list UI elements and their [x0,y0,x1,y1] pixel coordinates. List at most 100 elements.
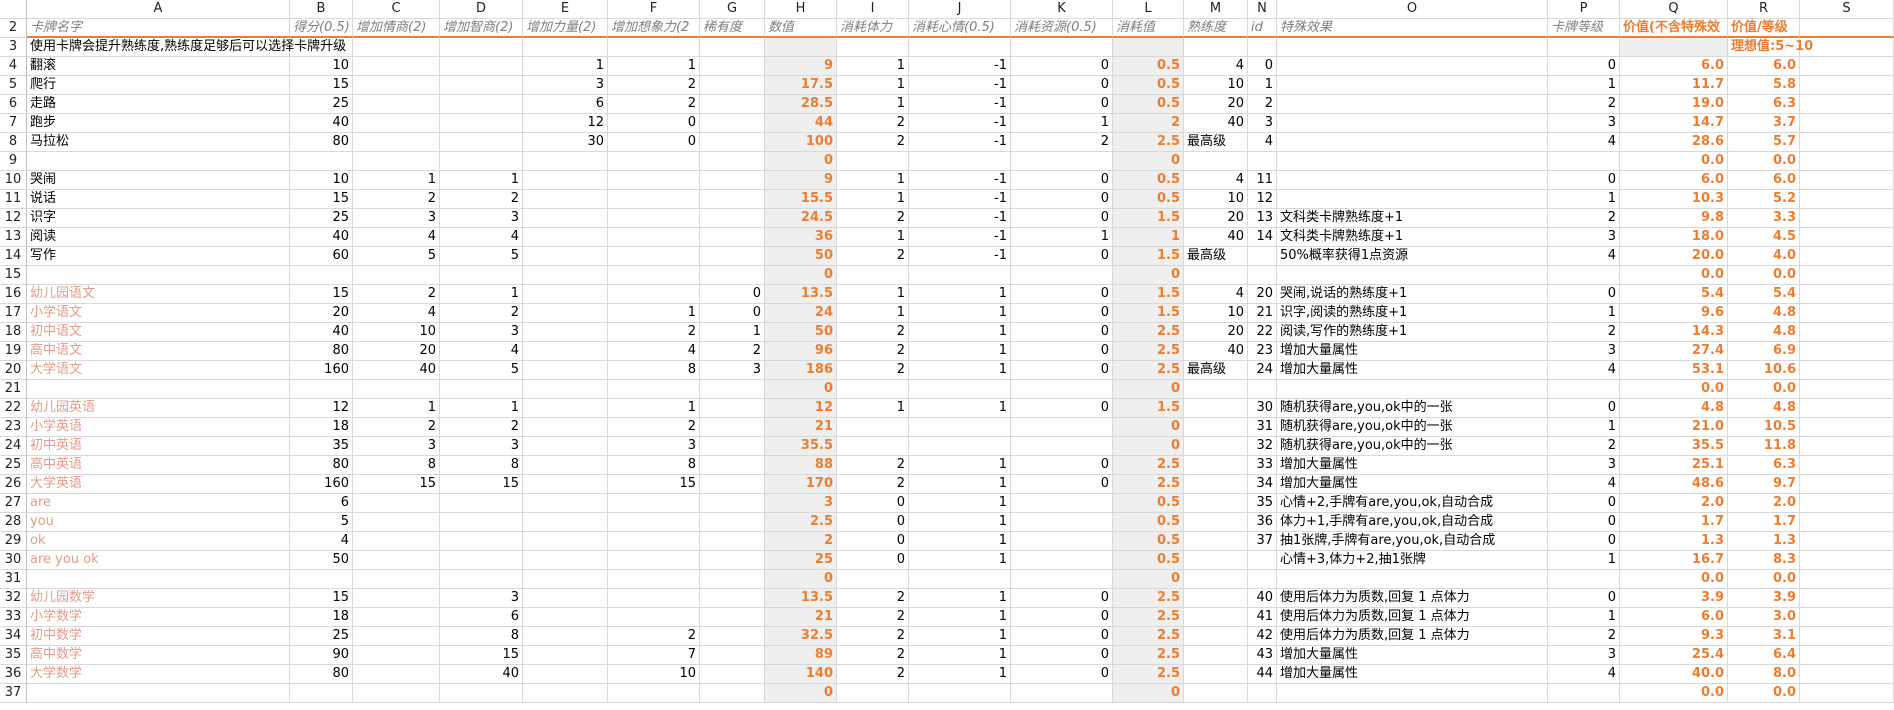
cell-n[interactable]: 33 [1248,456,1277,475]
cell-e[interactable] [523,228,608,247]
cell-c[interactable] [353,665,440,684]
cell-f[interactable] [608,608,700,627]
cell-m[interactable] [1184,570,1248,589]
cell-h[interactable]: 数值 [765,19,837,38]
column-header-g[interactable]: G [700,0,765,19]
cell-j[interactable] [909,266,1011,285]
cell-o[interactable]: 随机获得are,you,ok中的一张 [1277,399,1548,418]
cell-r[interactable]: 8.3 [1728,551,1800,570]
cell-p[interactable]: 0 [1548,171,1620,190]
cell-c[interactable] [353,133,440,152]
cell-g[interactable]: 0 [700,285,765,304]
cell-r[interactable]: 0.0 [1728,570,1800,589]
cell-l[interactable]: 2.5 [1113,608,1184,627]
cell-l[interactable]: 2.5 [1113,627,1184,646]
cell-i[interactable]: 2 [837,323,909,342]
cell-p[interactable]: 4 [1548,665,1620,684]
cell-g[interactable] [700,114,765,133]
cell-r[interactable]: 0.0 [1728,684,1800,703]
cell-m[interactable] [1184,475,1248,494]
cell-k[interactable]: 1 [1011,114,1113,133]
column-header-a[interactable]: A [27,0,290,19]
cell-s[interactable] [1800,304,1894,323]
cell-d[interactable]: 3 [440,437,523,456]
cell-c[interactable]: 10 [353,323,440,342]
cell-a[interactable]: 幼儿园数学 [27,589,290,608]
cell-s[interactable] [1800,475,1894,494]
cell-n[interactable]: 30 [1248,399,1277,418]
cell-c[interactable] [353,589,440,608]
cell-d[interactable]: 6 [440,608,523,627]
cell-b[interactable]: 50 [290,551,353,570]
cell-r[interactable]: 6.3 [1728,456,1800,475]
cell-d[interactable]: 1 [440,399,523,418]
cell-b[interactable]: 15 [290,285,353,304]
cell-s[interactable] [1800,247,1894,266]
cell-p[interactable] [1548,380,1620,399]
cell-e[interactable]: 12 [523,114,608,133]
cell-n[interactable]: 24 [1248,361,1277,380]
cell-s[interactable] [1800,646,1894,665]
cell-n[interactable]: 12 [1248,190,1277,209]
cell-f[interactable]: 2 [608,627,700,646]
cell-m[interactable]: 10 [1184,76,1248,95]
cell-o[interactable] [1277,684,1548,703]
cell-l[interactable]: 0.5 [1113,494,1184,513]
cell-l[interactable]: 0 [1113,266,1184,285]
row-header[interactable]: 35 [0,646,27,665]
cell-o[interactable] [1277,133,1548,152]
cell-f[interactable] [608,266,700,285]
cell-h[interactable]: 17.5 [765,76,837,95]
cell-a[interactable]: 幼儿园语文 [27,285,290,304]
cell-f[interactable]: 7 [608,646,700,665]
cell-a[interactable] [27,684,290,703]
cell-m[interactable] [1184,418,1248,437]
cell-a[interactable]: 小学数学 [27,608,290,627]
cell-q[interactable]: 21.0 [1620,418,1728,437]
cell-s[interactable] [1800,209,1894,228]
cell-o[interactable]: 使用后体力为质数,回复 1 点体力 [1277,627,1548,646]
cell-o[interactable]: 体力+1,手牌有are,you,ok,自动合成 [1277,513,1548,532]
cell-a[interactable]: 大学语文 [27,361,290,380]
cell-l[interactable]: 消耗值 [1113,19,1184,38]
cell-i[interactable]: 2 [837,361,909,380]
cell-o[interactable]: 使用后体力为质数,回复 1 点体力 [1277,589,1548,608]
row-header[interactable]: 19 [0,342,27,361]
cell-l[interactable]: 1.5 [1113,209,1184,228]
cell-n[interactable] [1248,570,1277,589]
cell-o[interactable]: 抽1张牌,手牌有are,you,ok,自动合成 [1277,532,1548,551]
cell-i[interactable]: 2 [837,627,909,646]
cell-c[interactable] [353,380,440,399]
cell-j[interactable]: -1 [909,171,1011,190]
cell-f[interactable]: 2 [608,95,700,114]
cell-o[interactable]: 文科类卡牌熟练度+1 [1277,228,1548,247]
cell-k[interactable]: 0 [1011,589,1113,608]
cell-i[interactable]: 1 [837,190,909,209]
cell-l[interactable]: 0 [1113,152,1184,171]
cell-l[interactable]: 0.5 [1113,513,1184,532]
cell-g[interactable] [700,551,765,570]
cell-o[interactable] [1277,114,1548,133]
row-header[interactable]: 3 [0,38,27,57]
cell-r[interactable]: 1.3 [1728,532,1800,551]
cell-l[interactable]: 1.5 [1113,285,1184,304]
cell-i[interactable]: 2 [837,589,909,608]
cell-g[interactable] [700,513,765,532]
cell-e[interactable] [523,570,608,589]
cell-b[interactable]: 12 [290,399,353,418]
cell-h[interactable]: 28.5 [765,95,837,114]
cell-r[interactable]: 5.7 [1728,133,1800,152]
cell-g[interactable]: 稀有度 [700,19,765,38]
cell-f[interactable] [608,190,700,209]
cell-s[interactable] [1800,684,1894,703]
cell-j[interactable]: 1 [909,304,1011,323]
cell-i[interactable]: 1 [837,57,909,76]
cell-s[interactable] [1800,228,1894,247]
cell-q[interactable]: 0.0 [1620,684,1728,703]
cell-d[interactable] [440,76,523,95]
cell-k[interactable]: 0 [1011,456,1113,475]
row-header[interactable]: 24 [0,437,27,456]
cell-l[interactable]: 2.5 [1113,361,1184,380]
cell-d[interactable] [440,380,523,399]
cell-s[interactable] [1800,171,1894,190]
